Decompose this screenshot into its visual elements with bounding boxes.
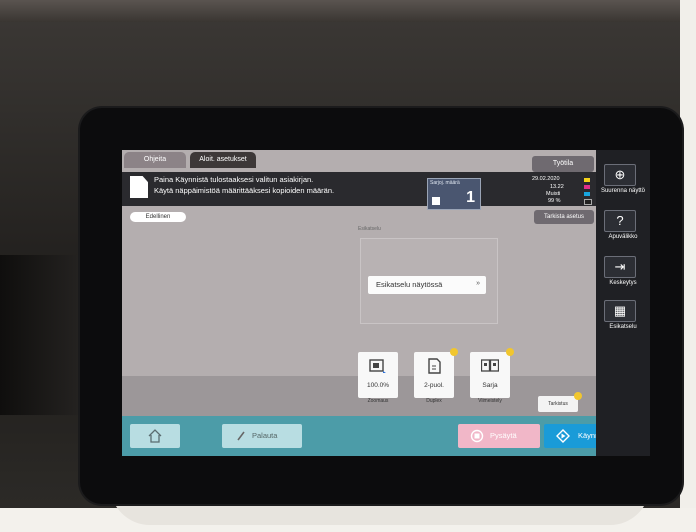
- preview-button-label: Esikatselu näytössä: [376, 280, 443, 289]
- copier-top-edge: [0, 0, 696, 22]
- message-line-1: Paina Käynnistä tulostaaksesi valitun as…: [154, 175, 314, 184]
- duplex-value: 2-puol.: [424, 382, 444, 389]
- start-button[interactable]: Käynnistä: [544, 424, 596, 448]
- zoom-in-icon[interactable]: ⊕: [604, 164, 636, 186]
- job-status-button[interactable]: Työtila: [532, 156, 594, 172]
- home-button[interactable]: [130, 424, 180, 448]
- reset-button[interactable]: Palauta: [222, 424, 302, 448]
- zoom-caption: Zoomaus: [367, 398, 389, 404]
- toner-magenta-icon: [584, 185, 590, 189]
- status-time: 13.22: [550, 184, 564, 190]
- pencil-icon: [237, 431, 245, 441]
- chevron-right-icon: »: [476, 280, 480, 287]
- preview-side-label: Esikatselu: [609, 324, 637, 330]
- preview-on-screen-button[interactable]: Esikatselu näytössä »: [368, 276, 486, 294]
- interrupt-label: Keskeytys: [609, 280, 637, 286]
- help-icon[interactable]: ?: [604, 210, 636, 232]
- zoom-icon: [369, 359, 386, 373]
- paper-tray: [0, 255, 86, 415]
- preview-icon[interactable]: ▦: [604, 300, 636, 322]
- changed-indicator: [506, 348, 514, 356]
- duplex-caption: Duplex: [426, 398, 442, 404]
- stop-button[interactable]: Pysäytä: [458, 424, 540, 448]
- toner-black-icon: [584, 199, 592, 205]
- finishing-caption: Viimeistely: [478, 398, 502, 404]
- finishing-tile[interactable]: Sarja: [470, 348, 514, 398]
- stop-icon: [470, 429, 484, 443]
- tab-basic-settings[interactable]: Aloit. asetukset: [190, 152, 256, 168]
- help-label: Apuvälikko: [608, 234, 638, 240]
- interrupt-icon[interactable]: ⇥: [604, 256, 636, 278]
- status-date: 29.02.2020: [532, 176, 560, 182]
- wall: [680, 0, 696, 532]
- message-line-2: Käytä näppäimistöä määrittääksesi kopioi…: [154, 186, 335, 195]
- settings-check-button[interactable]: Tarkistus: [538, 396, 578, 412]
- copies-icon: [432, 197, 440, 205]
- start-icon: [556, 429, 570, 443]
- previous-button[interactable]: Edellinen: [130, 212, 186, 222]
- toner-cyan-icon: [584, 192, 590, 196]
- duplex-tile[interactable]: 2-puol.: [414, 348, 458, 398]
- status-area: 29.02.2020 13.22 Muisti 99 %: [532, 176, 594, 206]
- zoom-tile[interactable]: 100.0%: [358, 352, 398, 398]
- changed-indicator: [574, 392, 582, 400]
- preview-label: Esikatselu: [358, 226, 381, 232]
- document-icon: [130, 176, 148, 198]
- toner-yellow-icon: [584, 178, 590, 182]
- zoom-screen-label: Suurenna näyttö: [600, 188, 646, 194]
- duplex-icon: [428, 358, 441, 374]
- side-panel: ⊕ Suurenna näyttö ? Apuvälikko ⇥ Keskeyt…: [596, 150, 650, 456]
- home-icon: [148, 429, 162, 443]
- zoom-value: 100.0%: [366, 382, 390, 389]
- finishing-icon: [481, 359, 499, 372]
- copies-counter[interactable]: Sarjoj. määrä 1: [427, 178, 481, 210]
- copies-value: 1: [466, 189, 475, 206]
- changed-indicator: [450, 348, 458, 356]
- memory-value: 99 %: [548, 198, 561, 204]
- memory-label: Muisti: [546, 191, 561, 197]
- copies-label: Sarjoj. määrä: [430, 180, 460, 186]
- check-settings-button[interactable]: Tarkista asetus: [534, 210, 594, 224]
- start-label: Käynnistä: [578, 431, 596, 440]
- touch-screen: Ohjeita Aloit. asetukset Työtila Paina K…: [122, 150, 596, 456]
- reset-label: Palauta: [252, 431, 278, 440]
- stop-label: Pysäytä: [490, 431, 517, 440]
- finishing-value: Sarja: [482, 382, 498, 389]
- tab-help[interactable]: Ohjeita: [124, 152, 186, 168]
